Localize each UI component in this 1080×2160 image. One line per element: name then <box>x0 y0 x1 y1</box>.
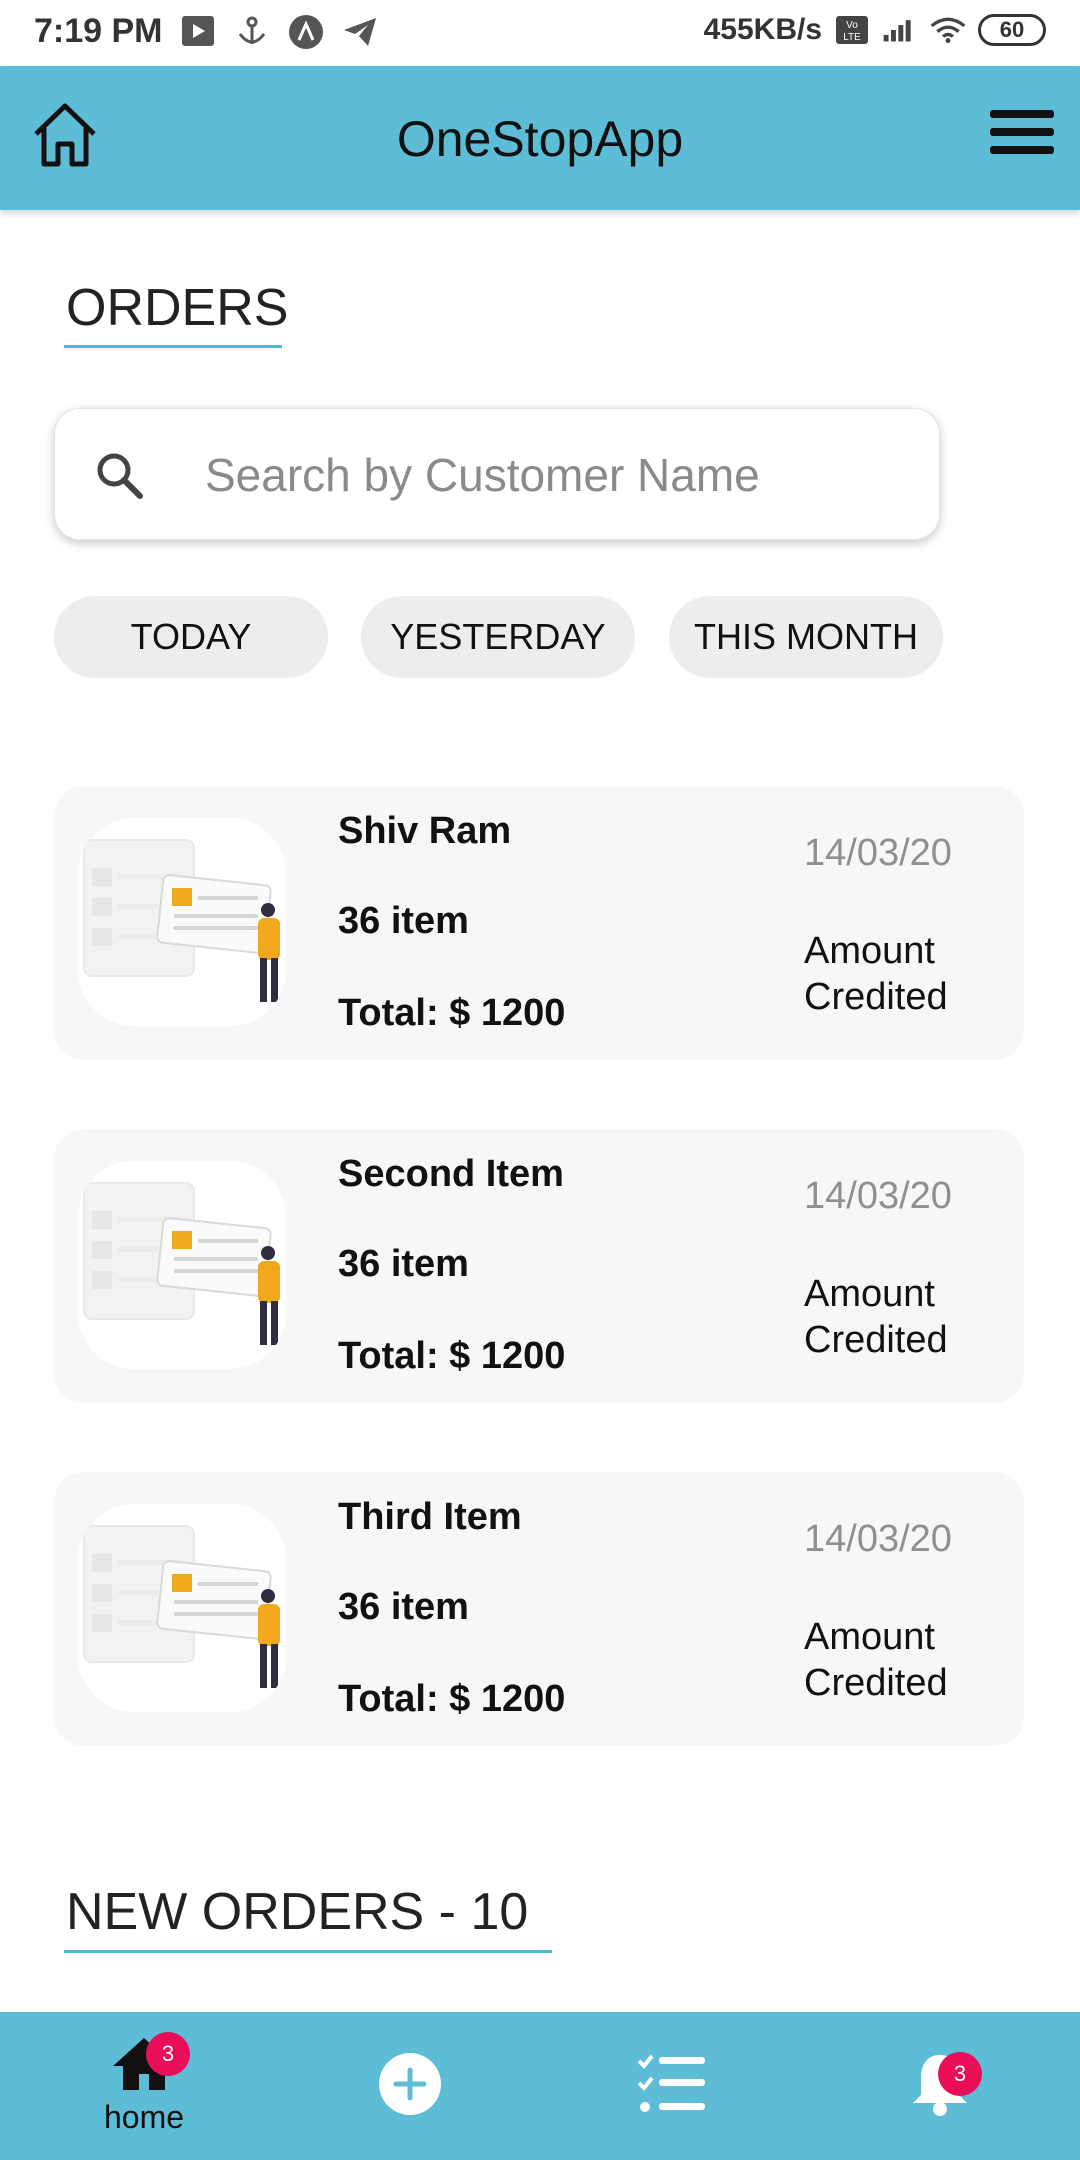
filter-this-month-chip[interactable]: THIS MONTH <box>669 596 943 678</box>
svg-text:LTE: LTE <box>843 32 861 43</box>
app-title: OneStopApp <box>396 111 684 167</box>
notifications-badge: 3 <box>938 2052 982 2096</box>
order-date: 14/03/20 <box>804 1518 952 1560</box>
filter-yesterday-chip[interactable]: YESTERDAY <box>361 596 635 678</box>
order-item-count: 36 item <box>338 1586 469 1628</box>
order-total: Total: $ 1200 <box>338 992 566 1034</box>
order-illustration-icon <box>78 1504 286 1712</box>
order-item-count: 36 item <box>338 1243 469 1285</box>
search-box[interactable] <box>54 408 940 540</box>
wifi-icon <box>930 12 966 48</box>
app-a-icon <box>288 14 324 50</box>
status-notification-icons <box>180 14 378 50</box>
order-payment-status: Amount Credited <box>804 930 948 1018</box>
svg-text:Vo: Vo <box>846 20 858 31</box>
screen-record-icon <box>180 14 216 50</box>
order-customer-name: Second Item <box>338 1153 564 1195</box>
order-date: 14/03/20 <box>804 832 952 874</box>
anchor-icon <box>234 14 270 50</box>
order-total: Total: $ 1200 <box>338 1678 566 1720</box>
search-icon <box>93 449 145 501</box>
order-total: Total: $ 1200 <box>338 1335 566 1377</box>
order-card[interactable]: Shiv Ram 36 item Total: $ 1200 14/03/20 … <box>54 786 1024 1060</box>
order-card[interactable]: Third Item 36 item Total: $ 1200 14/03/2… <box>54 1472 1024 1746</box>
status-time: 7:19 PM <box>34 12 163 50</box>
order-customer-name: Third Item <box>338 1496 522 1538</box>
checklist-icon <box>637 2053 707 2120</box>
app-bar: OneStopApp <box>0 66 1080 210</box>
nav-checklist[interactable] <box>592 2012 752 2160</box>
orders-title: ORDERS <box>66 279 289 337</box>
nav-home[interactable]: home 3 <box>64 2012 224 2160</box>
add-circle-icon <box>378 2052 442 2121</box>
nav-notifications[interactable]: 3 <box>860 2012 1020 2160</box>
order-date: 14/03/20 <box>804 1175 952 1217</box>
network-speed: 455KB/s <box>703 13 822 46</box>
new-orders-title: NEW ORDERS - 10 <box>66 1883 529 1941</box>
order-item-count: 36 item <box>338 900 469 942</box>
order-payment-status: Amount Credited <box>804 1616 948 1704</box>
bottom-navigation: home 3 3 <box>0 2012 1080 2160</box>
nav-home-label: home <box>103 2099 185 2135</box>
nav-add[interactable] <box>330 2012 490 2160</box>
battery-icon: 60 <box>978 14 1046 46</box>
filter-today-chip[interactable]: TODAY <box>54 596 328 678</box>
signal-icon <box>882 12 918 48</box>
telegram-icon <box>342 14 378 50</box>
order-illustration-icon <box>78 1161 286 1369</box>
status-system-area: 455KB/s Vo LTE 60 <box>704 12 1046 48</box>
home-badge: 3 <box>146 2032 190 2076</box>
order-customer-name: Shiv Ram <box>338 810 512 852</box>
order-payment-status: Amount Credited <box>804 1273 948 1361</box>
new-orders-title-underline <box>64 1950 552 1953</box>
order-card[interactable]: Second Item 36 item Total: $ 1200 14/03/… <box>54 1129 1024 1403</box>
volte-icon: Vo LTE <box>834 12 870 48</box>
search-input[interactable] <box>205 439 905 511</box>
status-bar: 7:19 PM 455KB/s Vo LTE 60 <box>0 0 1080 66</box>
order-illustration-icon <box>78 818 286 1026</box>
hamburger-menu-icon[interactable] <box>990 110 1054 162</box>
orders-title-underline <box>64 345 282 348</box>
